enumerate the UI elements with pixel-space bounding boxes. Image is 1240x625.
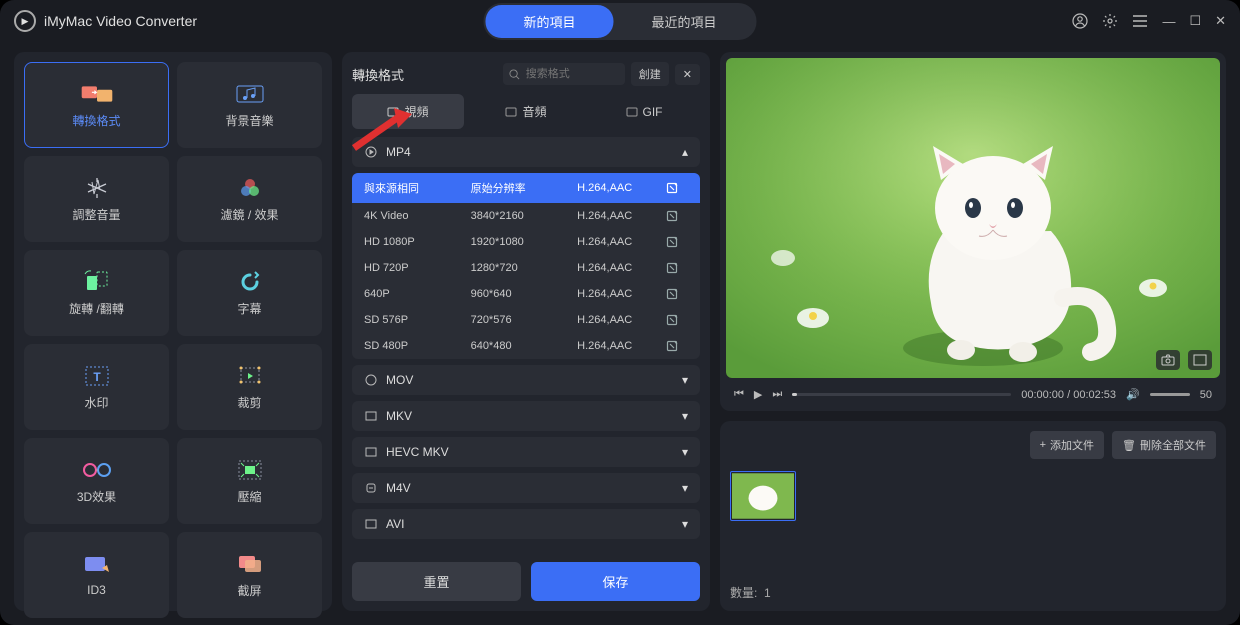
panel-title: 轉換格式 <box>352 65 497 84</box>
3d-icon <box>80 458 114 482</box>
remove-all-button[interactable]: 🗑刪除全部文件 <box>1112 431 1216 459</box>
next-button[interactable]: ⏭ <box>772 388 782 401</box>
fullscreen-button[interactable] <box>1188 350 1212 370</box>
file-thumbnail[interactable] <box>730 471 796 521</box>
format-row[interactable]: 640P960*640H.264,AAC <box>352 281 700 307</box>
id3-icon <box>80 553 114 577</box>
tool-convert[interactable]: 轉換格式 <box>24 62 169 148</box>
subtitle-icon <box>233 270 267 294</box>
tool-sidebar: 轉換格式 背景音樂 調整音量 濾鏡 / 效果 旋轉 /翻轉 字幕 <box>14 52 332 611</box>
add-file-button[interactable]: +添加文件 <box>1030 431 1104 459</box>
format-row[interactable]: 4K Video3840*2160H.264,AAC <box>352 203 700 229</box>
screenshot-icon <box>233 552 267 576</box>
crop-icon <box>233 364 267 388</box>
edit-icon[interactable] <box>666 182 688 194</box>
watermark-icon: T <box>80 364 114 388</box>
minimize-button[interactable]: — <box>1162 14 1175 29</box>
preview-panel: ⏮ ▶ ⏭ 00:00:00 / 00:02:53 🔊 50 <box>720 52 1226 411</box>
format-group-mp4[interactable]: MP4 ▴ <box>352 137 700 167</box>
format-tab-video[interactable]: 視頻 <box>352 94 464 129</box>
edit-icon[interactable] <box>666 340 688 352</box>
tool-compress[interactable]: 壓縮 <box>177 438 322 524</box>
file-panel: +添加文件 🗑刪除全部文件 數量: 1 <box>720 421 1226 611</box>
prev-button[interactable]: ⏮ <box>734 388 744 401</box>
format-row[interactable]: HD 1080P1920*1080H.264,AAC <box>352 229 700 255</box>
edit-icon[interactable] <box>666 236 688 248</box>
chevron-down-icon: ▾ <box>682 517 688 531</box>
volume-icon <box>80 176 114 200</box>
chevron-down-icon: ▾ <box>682 409 688 423</box>
save-button[interactable]: 保存 <box>531 562 700 601</box>
video-preview[interactable] <box>726 58 1220 378</box>
edit-icon[interactable] <box>666 314 688 326</box>
volume-icon[interactable]: 🔊 <box>1126 388 1140 401</box>
maximize-button[interactable]: ☐ <box>1189 13 1201 29</box>
snapshot-button[interactable] <box>1156 350 1180 370</box>
tool-crop[interactable]: 裁剪 <box>177 344 322 430</box>
format-tab-audio[interactable]: 音頻 <box>470 94 582 129</box>
compress-icon <box>233 458 267 482</box>
user-icon[interactable] <box>1072 13 1088 29</box>
volume-value: 50 <box>1200 389 1212 401</box>
filter-icon <box>233 176 267 200</box>
rotate-icon <box>80 270 114 294</box>
tool-screenshot[interactable]: 截屏 <box>177 532 322 618</box>
music-icon <box>233 82 267 106</box>
create-button[interactable]: 創建 <box>631 62 669 86</box>
settings-icon[interactable] <box>1102 13 1118 29</box>
edit-icon[interactable] <box>666 262 688 274</box>
tool-id3[interactable]: ID3 <box>24 532 169 618</box>
tool-3d[interactable]: 3D效果 <box>24 438 169 524</box>
play-button[interactable]: ▶ <box>754 388 762 401</box>
reset-button[interactable]: 重置 <box>352 562 521 601</box>
chevron-down-icon: ▾ <box>682 373 688 387</box>
chevron-down-icon: ▾ <box>682 481 688 495</box>
format-group-mkv[interactable]: MKV▾ <box>352 401 700 431</box>
trash-icon: 🗑 <box>1122 439 1136 452</box>
format-search[interactable] <box>503 63 625 85</box>
progress-bar[interactable] <box>792 393 1011 396</box>
format-group-m4v[interactable]: M4V▾ <box>352 473 700 503</box>
close-panel-button[interactable]: ✕ <box>675 64 700 85</box>
tab-recent-project[interactable]: 最近的項目 <box>614 5 755 38</box>
format-group-mov[interactable]: MOV▾ <box>352 365 700 395</box>
volume-slider[interactable] <box>1150 393 1190 396</box>
format-row[interactable]: 與來源相同原始分辨率H.264,AAC <box>352 173 700 203</box>
format-tab-gif[interactable]: GIF <box>588 94 700 129</box>
tool-rotate[interactable]: 旋轉 /翻轉 <box>24 250 169 336</box>
chevron-up-icon: ▴ <box>682 145 688 159</box>
tool-volume[interactable]: 調整音量 <box>24 156 169 242</box>
edit-icon[interactable] <box>666 288 688 300</box>
tool-watermark[interactable]: T 水印 <box>24 344 169 430</box>
tool-music[interactable]: 背景音樂 <box>177 62 322 148</box>
tool-filter[interactable]: 濾鏡 / 效果 <box>177 156 322 242</box>
file-count: 數量: 1 <box>730 584 1216 601</box>
time-display: 00:00:00 / 00:02:53 <box>1021 389 1116 401</box>
convert-icon <box>80 82 114 106</box>
menu-icon[interactable] <box>1132 14 1148 28</box>
format-group-avi[interactable]: AVI▾ <box>352 509 700 539</box>
app-logo-icon: ▶ <box>14 10 36 32</box>
tab-new-project[interactable]: 新的項目 <box>485 5 613 38</box>
format-row[interactable]: HD 720P1280*720H.264,AAC <box>352 255 700 281</box>
plus-icon: + <box>1040 439 1046 451</box>
chevron-down-icon: ▾ <box>682 445 688 459</box>
format-row[interactable]: SD 480P640*480H.264,AAC <box>352 333 700 359</box>
format-group-hevc[interactable]: HEVC MKV▾ <box>352 437 700 467</box>
edit-icon[interactable] <box>666 210 688 222</box>
format-row[interactable]: SD 576P720*576H.264,AAC <box>352 307 700 333</box>
format-panel: 轉換格式 創建 ✕ 視頻 音頻 GIF MP4 ▴ 與來源相同原始分 <box>342 52 710 611</box>
app-title: iMyMac Video Converter <box>44 13 197 29</box>
app-brand: ▶ iMyMac Video Converter <box>14 10 197 32</box>
search-input[interactable] <box>524 67 608 81</box>
tool-subtitle[interactable]: 字幕 <box>177 250 322 336</box>
svg-text:T: T <box>93 370 101 384</box>
close-button[interactable]: ✕ <box>1215 13 1226 29</box>
